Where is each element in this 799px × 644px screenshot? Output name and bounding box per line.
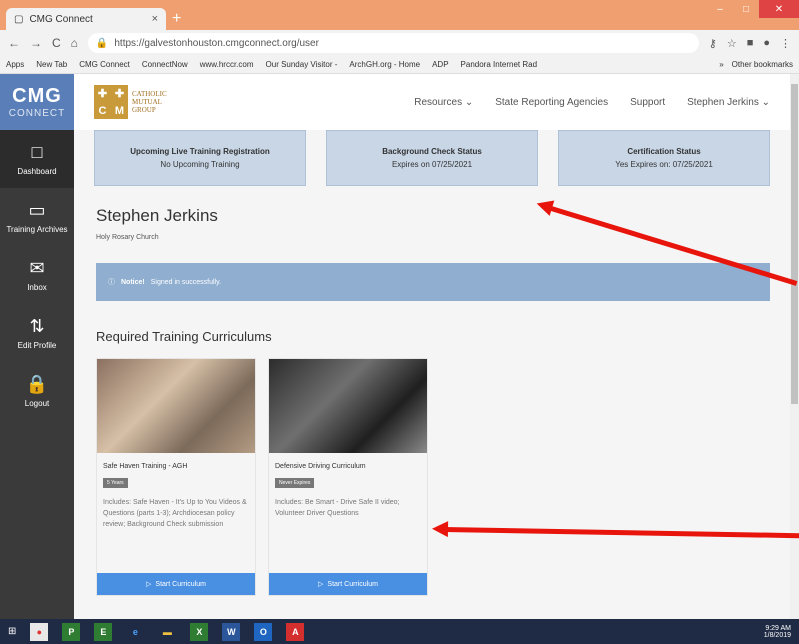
- background-check-card[interactable]: Background Check Status Expires on 07/25…: [326, 130, 538, 186]
- notice-label: Notice!: [121, 278, 145, 286]
- play-icon: ▷: [146, 581, 152, 588]
- taskbar: ⊞ ● P E e ▬ X W O A 9:29 AM 1/8/2019: [0, 619, 799, 644]
- bookmark-connectnow[interactable]: ConnectNow: [142, 60, 188, 69]
- star-icon[interactable]: ☆: [727, 37, 737, 50]
- close-window-icon[interactable]: ✕: [759, 0, 799, 18]
- lock-icon: 🔒: [95, 37, 109, 49]
- top-nav: Resources ⌄ State Reporting Agencies Sup…: [414, 97, 770, 108]
- bookmark-new-tab[interactable]: New Tab: [36, 60, 67, 69]
- url-text: https://galvestonhouston.cmgconnect.org/…: [114, 37, 319, 49]
- browser-tab[interactable]: ▢ CMG Connect ×: [6, 8, 166, 30]
- live-training-card[interactable]: Upcoming Live Training Registration No U…: [94, 130, 306, 186]
- main-content: ✚ ✚ C M CATHOLIC MUTUAL GROUP Resources ⌄ S…: [74, 74, 790, 619]
- section-title: Required Training Curriculums: [96, 329, 272, 344]
- home-icon[interactable]: ⌂: [71, 36, 78, 50]
- sidebar-item-edit-profile[interactable]: ⇅ Edit Profile: [0, 304, 74, 362]
- curriculum-card: Safe Haven Training - AGH 5 Years Includ…: [96, 358, 256, 596]
- excel-icon[interactable]: E: [94, 622, 113, 641]
- forward-icon[interactable]: →: [30, 36, 42, 50]
- user-parish: Holy Rosary Church: [96, 234, 159, 241]
- sidebar-item-dashboard[interactable]: □ Dashboard: [0, 130, 74, 188]
- page-header: ✚ ✚ C M CATHOLIC MUTUAL GROUP Resources ⌄ S…: [74, 74, 790, 130]
- bookmark-archgh[interactable]: ArchGH.org - Home: [349, 60, 420, 69]
- system-clock[interactable]: 9:29 AM 1/8/2019: [764, 625, 791, 639]
- user-info: Stephen Jerkins Holy Rosary Church: [74, 186, 790, 241]
- curriculum-name: Safe Haven Training - AGH: [103, 463, 188, 470]
- bookmark-adp[interactable]: ADP: [432, 60, 448, 69]
- cm-logo-mark: ✚ ✚ C M: [94, 85, 128, 119]
- sidebar-item-logout[interactable]: 🔒 Logout: [0, 362, 74, 420]
- nav-resources[interactable]: Resources ⌄: [414, 97, 473, 108]
- folder-icon: ▭: [28, 200, 46, 220]
- certification-card[interactable]: Certification Status Yes Expires on: 07/…: [558, 130, 770, 186]
- curriculum-card: Defensive Driving Curriculum Never Expir…: [268, 358, 428, 596]
- back-icon[interactable]: ←: [8, 36, 20, 50]
- ie-icon[interactable]: e: [126, 623, 144, 641]
- sidebar-item-inbox[interactable]: ✉ Inbox: [0, 246, 74, 304]
- sidebar: CMG CONNECT □ Dashboard ▭ Training Archi…: [0, 74, 74, 619]
- status-cards: Upcoming Live Training Registration No U…: [74, 130, 790, 186]
- maximize-icon[interactable]: □: [733, 0, 759, 18]
- explorer-icon[interactable]: ▬: [158, 623, 176, 641]
- info-icon: ⓘ: [108, 279, 115, 286]
- other-bookmarks[interactable]: Other bookmarks: [732, 60, 793, 69]
- cmg-connect-logo[interactable]: CMG CONNECT: [0, 74, 74, 130]
- tab-title: CMG Connect: [29, 13, 93, 25]
- sliders-icon: ⇅: [29, 316, 45, 336]
- menu-icon[interactable]: ⋮: [780, 37, 791, 50]
- publisher-icon[interactable]: P: [62, 622, 81, 641]
- play-icon: ▷: [318, 581, 324, 588]
- catholic-mutual-logo[interactable]: ✚ ✚ C M CATHOLIC MUTUAL GROUP: [94, 85, 167, 119]
- extension-icon[interactable]: ■: [747, 37, 754, 50]
- new-tab-button[interactable]: +: [172, 10, 181, 28]
- nav-user-menu[interactable]: Stephen Jerkins ⌄: [687, 97, 770, 108]
- curriculum-name: Defensive Driving Curriculum: [275, 463, 366, 470]
- start-curriculum-button[interactable]: ▷ Start Curriculum: [97, 573, 255, 595]
- curriculum-description: Includes: Be Smart - Drive Safe II video…: [275, 499, 400, 517]
- excel-icon[interactable]: X: [190, 622, 209, 641]
- duration-badge: 5 Years: [103, 478, 128, 488]
- key-icon[interactable]: ⚷: [709, 37, 717, 50]
- bookmark-cmg[interactable]: CMG Connect: [79, 60, 130, 69]
- windows-start-icon[interactable]: ⊞: [8, 626, 16, 637]
- bookmark-hrccr[interactable]: www.hrccr.com: [200, 60, 254, 69]
- extensions: ⚷ ☆ ■ ● ⋮: [709, 37, 791, 50]
- curriculum-list: Safe Haven Training - AGH 5 Years Includ…: [96, 358, 768, 596]
- monitor-icon: □: [31, 142, 43, 162]
- browser-window: ▢ CMG Connect × + – □ ✕ ← → C ⌂ 🔒 https:…: [0, 0, 799, 644]
- outlook-icon[interactable]: O: [254, 622, 273, 641]
- chrome-icon[interactable]: ●: [30, 622, 49, 641]
- sidebar-item-training-archives[interactable]: ▭ Training Archives: [0, 188, 74, 246]
- start-curriculum-button[interactable]: ▷ Start Curriculum: [269, 573, 427, 595]
- driver-photo: [269, 359, 427, 453]
- window-controls: – □ ✕: [707, 0, 799, 20]
- bookmark-apps[interactable]: Apps: [6, 60, 24, 69]
- duration-badge: Never Expires: [275, 478, 315, 488]
- nav-support[interactable]: Support: [630, 97, 665, 108]
- reload-icon[interactable]: C: [52, 36, 61, 50]
- acrobat-icon[interactable]: A: [286, 622, 305, 641]
- notice-banner: ⓘ Notice! Signed in successfully.: [96, 263, 770, 301]
- lock-icon: 🔒: [25, 374, 49, 394]
- address-bar-row: ← → C ⌂ 🔒 https://galvestonhouston.cmgco…: [0, 30, 799, 56]
- curriculum-description: Includes: Safe Haven - It's Up to You Vi…: [103, 499, 247, 528]
- nav-state-reporting[interactable]: State Reporting Agencies: [495, 97, 608, 108]
- notice-message: Signed in successfully.: [150, 278, 222, 286]
- bookmarks-chevron-icon[interactable]: »: [719, 60, 723, 69]
- bookmarks-bar: Apps New Tab CMG Connect ConnectNow www.…: [0, 56, 799, 74]
- bookmark-pandora[interactable]: Pandora Internet Rad: [461, 60, 538, 69]
- page-icon: ▢: [14, 13, 24, 25]
- user-name: Stephen Jerkins: [96, 206, 218, 225]
- bookmark-osv[interactable]: Our Sunday Visitor -: [266, 60, 338, 69]
- profile-icon[interactable]: ●: [763, 37, 770, 50]
- classroom-photo: [97, 359, 255, 453]
- envelope-icon: ✉: [29, 258, 45, 278]
- title-bar: ▢ CMG Connect × + – □ ✕: [0, 0, 799, 30]
- scrollbar-thumb[interactable]: [791, 84, 798, 404]
- tab-close-icon[interactable]: ×: [152, 13, 158, 25]
- word-icon[interactable]: W: [222, 622, 241, 641]
- minimize-icon[interactable]: –: [707, 0, 733, 18]
- url-input[interactable]: 🔒 https://galvestonhouston.cmgconnect.or…: [87, 33, 699, 53]
- curriculum-section: Required Training Curriculums Safe Haven…: [74, 301, 790, 596]
